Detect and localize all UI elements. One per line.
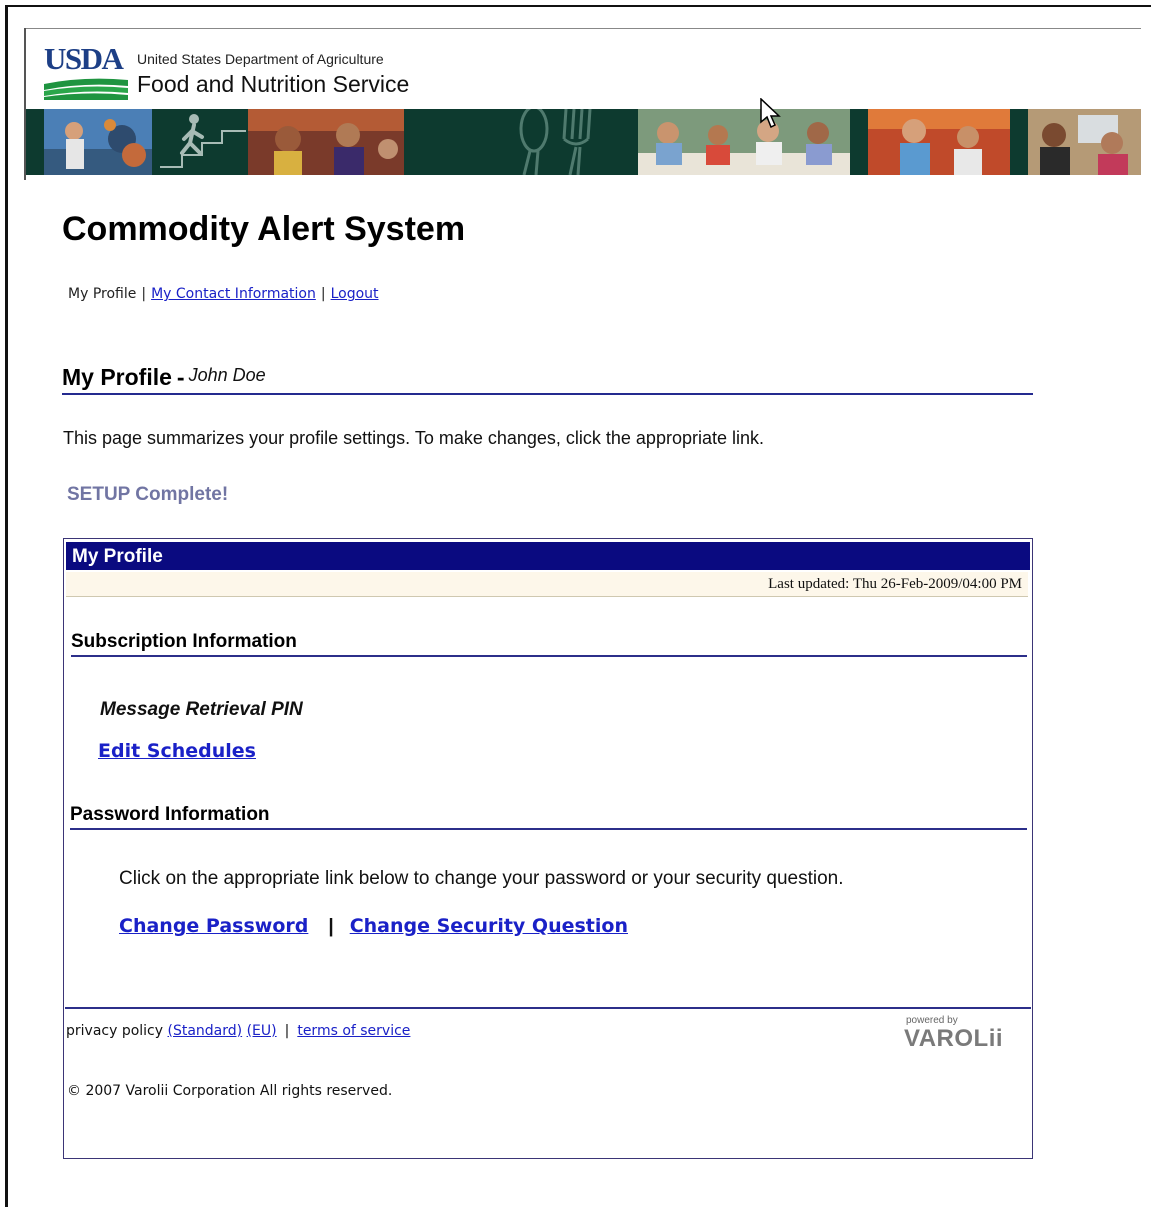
privacy-standard-link[interactable]: (Standard) [168, 1023, 243, 1039]
page-summary: This page summarizes your profile settin… [63, 428, 764, 448]
banner-photo-basketball [44, 109, 152, 175]
banner-photo-grocery [868, 109, 1010, 175]
banner-photo-office [1028, 109, 1141, 175]
profile-panel: My Profile Last updated: Thu 26-Feb-2009… [63, 538, 1033, 1159]
copyright-notice: © 2007 Varolii Corporation All rights re… [67, 1083, 393, 1099]
profile-panel-titlebar: My Profile [66, 542, 1030, 570]
change-password-link[interactable]: Change Password [119, 915, 308, 937]
top-navigation: My Profile | My Contact Information | Logout [68, 286, 379, 302]
footer-separator: | [284, 1023, 290, 1039]
footer-links: privacy policy (Standard) (EU) | terms of … [66, 1023, 410, 1039]
banner-photo-kids [248, 109, 404, 175]
nav-my-contact-information-link[interactable]: My Contact Information [151, 286, 316, 302]
agency-service: Food and Nutrition Service [137, 71, 410, 97]
window-left-border [5, 5, 8, 1207]
edit-schedules-link[interactable]: Edit Schedules [98, 740, 256, 762]
spoon-fork-icon [519, 109, 592, 175]
privacy-eu-link[interactable]: (EU) [247, 1023, 277, 1039]
banner-photo-family-meal [638, 109, 850, 175]
password-links-separator: | [328, 916, 334, 937]
window-top-border [5, 5, 1151, 7]
usda-hills-icon [44, 76, 128, 100]
mouse-cursor-icon [760, 98, 781, 129]
profile-section-heading: My Profile - John Doe [62, 364, 1033, 395]
site-header: USDA United States Department of Agricul… [24, 28, 1141, 180]
nav-logout-link[interactable]: Logout [331, 286, 379, 302]
agency-department: United States Department of Agriculture [137, 51, 384, 67]
last-updated-text: Last updated: Thu 26-Feb-2009/04:00 PM [768, 576, 1022, 592]
nav-current-my-profile: My Profile [68, 286, 137, 302]
nav-separator: | [320, 286, 326, 302]
password-info-description: Click on the appropriate link below to c… [119, 868, 844, 889]
password-info-heading: Password Information [70, 804, 1027, 830]
profile-heading-dash: - [176, 364, 185, 390]
page-title: Commodity Alert System [62, 210, 466, 248]
privacy-policy-label: privacy policy [66, 1023, 164, 1039]
profile-heading-text: My Profile [62, 364, 172, 390]
varolii-brand: VAROLii [904, 1025, 1004, 1052]
varolii-logo: powered by VAROLii [904, 1013, 1030, 1053]
usda-logo[interactable]: USDA [44, 41, 128, 100]
message-retrieval-pin-label: Message Retrieval PIN [100, 699, 303, 720]
footer-divider [65, 1007, 1031, 1009]
usda-logo-text: USDA [44, 41, 124, 76]
terms-of-service-link[interactable]: terms of service [297, 1023, 410, 1039]
user-name: John Doe [188, 365, 266, 385]
password-links: Change Password | Change Security Question [119, 915, 628, 938]
profile-panel-title: My Profile [72, 546, 163, 567]
photo-banner [26, 109, 1141, 175]
last-updated-bar: Last updated: Thu 26-Feb-2009/04:00 PM [66, 572, 1028, 597]
header-top-rule [26, 28, 1141, 29]
nav-separator: | [141, 286, 147, 302]
person-climbing-stairs-icon [160, 114, 246, 168]
change-security-question-link[interactable]: Change Security Question [350, 915, 628, 937]
subscription-info-heading: Subscription Information [71, 631, 1027, 657]
setup-status-message: SETUP Complete! [67, 484, 229, 505]
